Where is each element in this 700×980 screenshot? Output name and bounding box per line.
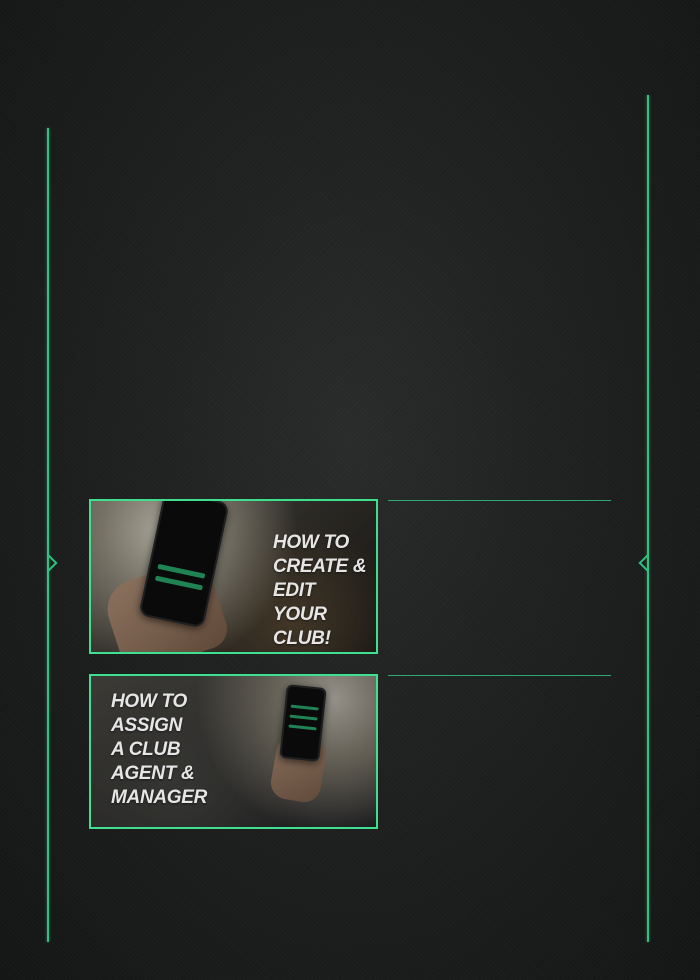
right-rail-notch-icon (638, 554, 656, 572)
card-title-line: EDIT YOUR (273, 580, 327, 625)
card-title-line: HOW TO (111, 691, 187, 712)
card-title: HOW TO ASSIGN A CLUB AGENT & MANAGER (111, 690, 261, 810)
left-rail-notch-icon (40, 554, 58, 572)
card-title-line: CLUB! (273, 628, 331, 649)
card-title-line: CREATE & (273, 556, 367, 577)
left-rail-line (47, 128, 49, 942)
connector-line-2 (388, 675, 611, 676)
video-card-create-edit-club[interactable]: HOW TO CREATE & EDIT YOUR CLUB! (89, 499, 378, 654)
right-rail-line (647, 95, 649, 942)
card-title-line: MANAGER (111, 787, 208, 808)
texture-overlay (0, 0, 700, 980)
card-title: HOW TO CREATE & EDIT YOUR CLUB! (273, 531, 373, 651)
card-title-line: AGENT & (111, 763, 195, 784)
card-title-line: ASSIGN (111, 715, 183, 736)
card-title-line: HOW TO (273, 532, 349, 553)
card-title-line: A CLUB (111, 739, 181, 760)
connector-line-1 (388, 500, 611, 501)
video-card-assign-agent-manager[interactable]: HOW TO ASSIGN A CLUB AGENT & MANAGER (89, 674, 378, 829)
page: HOW TO CREATE & EDIT YOUR CLUB! HOW TO A… (0, 0, 700, 980)
